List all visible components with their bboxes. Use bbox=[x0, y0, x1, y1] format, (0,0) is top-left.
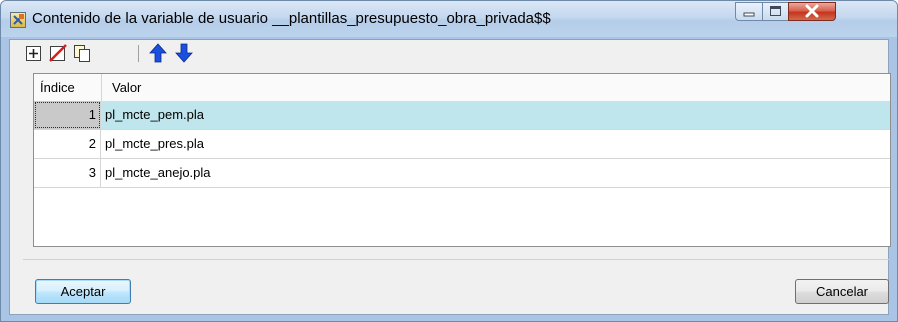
window-title: Contenido de la variable de usuario __pl… bbox=[32, 10, 551, 27]
row-value-cell[interactable]: pl_mcte_anejo.pla bbox=[105, 159, 211, 187]
toolbar-separator bbox=[138, 45, 139, 62]
row-index-cell[interactable]: 3 bbox=[34, 159, 101, 187]
row-index-cell[interactable]: 2 bbox=[34, 130, 101, 158]
grid-header: Índice Valor bbox=[34, 74, 890, 102]
copy-row-button[interactable] bbox=[71, 42, 93, 64]
minimize-icon bbox=[743, 12, 755, 17]
column-header-index[interactable]: Índice bbox=[40, 80, 75, 95]
arrow-down-icon bbox=[175, 43, 193, 63]
move-up-button[interactable] bbox=[147, 42, 169, 64]
maximize-icon bbox=[770, 6, 781, 16]
move-down-button[interactable] bbox=[173, 42, 195, 64]
row-value-cell[interactable]: pl_mcte_pem.pla bbox=[105, 101, 204, 129]
copy-row-icon bbox=[74, 45, 90, 62]
row-index-cell[interactable]: 1 bbox=[34, 101, 101, 129]
minimize-button[interactable] bbox=[735, 2, 763, 21]
close-icon bbox=[805, 4, 819, 18]
title-bar[interactable]: Contenido de la variable de usuario __pl… bbox=[1, 1, 897, 37]
add-row-icon bbox=[26, 46, 41, 61]
delete-row-button[interactable] bbox=[47, 42, 69, 64]
footer-divider bbox=[23, 259, 889, 260]
table-row[interactable]: 1 pl_mcte_pem.pla bbox=[34, 101, 890, 130]
column-header-value[interactable]: Valor bbox=[112, 80, 141, 95]
close-button[interactable] bbox=[788, 2, 836, 21]
dialog-window: Contenido de la variable de usuario __pl… bbox=[0, 0, 898, 322]
column-divider[interactable] bbox=[101, 74, 102, 101]
values-grid: Índice Valor 1 pl_mcte_pem.pla 2 pl_mcte… bbox=[33, 73, 891, 247]
row-value-cell[interactable]: pl_mcte_pres.pla bbox=[105, 130, 204, 158]
delete-row-icon bbox=[49, 44, 67, 62]
accept-button[interactable]: Aceptar bbox=[35, 279, 131, 304]
add-row-button[interactable] bbox=[23, 42, 45, 64]
maximize-button[interactable] bbox=[762, 2, 789, 21]
arrow-up-icon bbox=[149, 43, 167, 63]
table-row[interactable]: 2 pl_mcte_pres.pla bbox=[34, 130, 890, 159]
app-icon bbox=[10, 12, 26, 28]
cancel-button[interactable]: Cancelar bbox=[795, 279, 889, 304]
table-row[interactable]: 3 pl_mcte_anejo.pla bbox=[34, 159, 890, 188]
